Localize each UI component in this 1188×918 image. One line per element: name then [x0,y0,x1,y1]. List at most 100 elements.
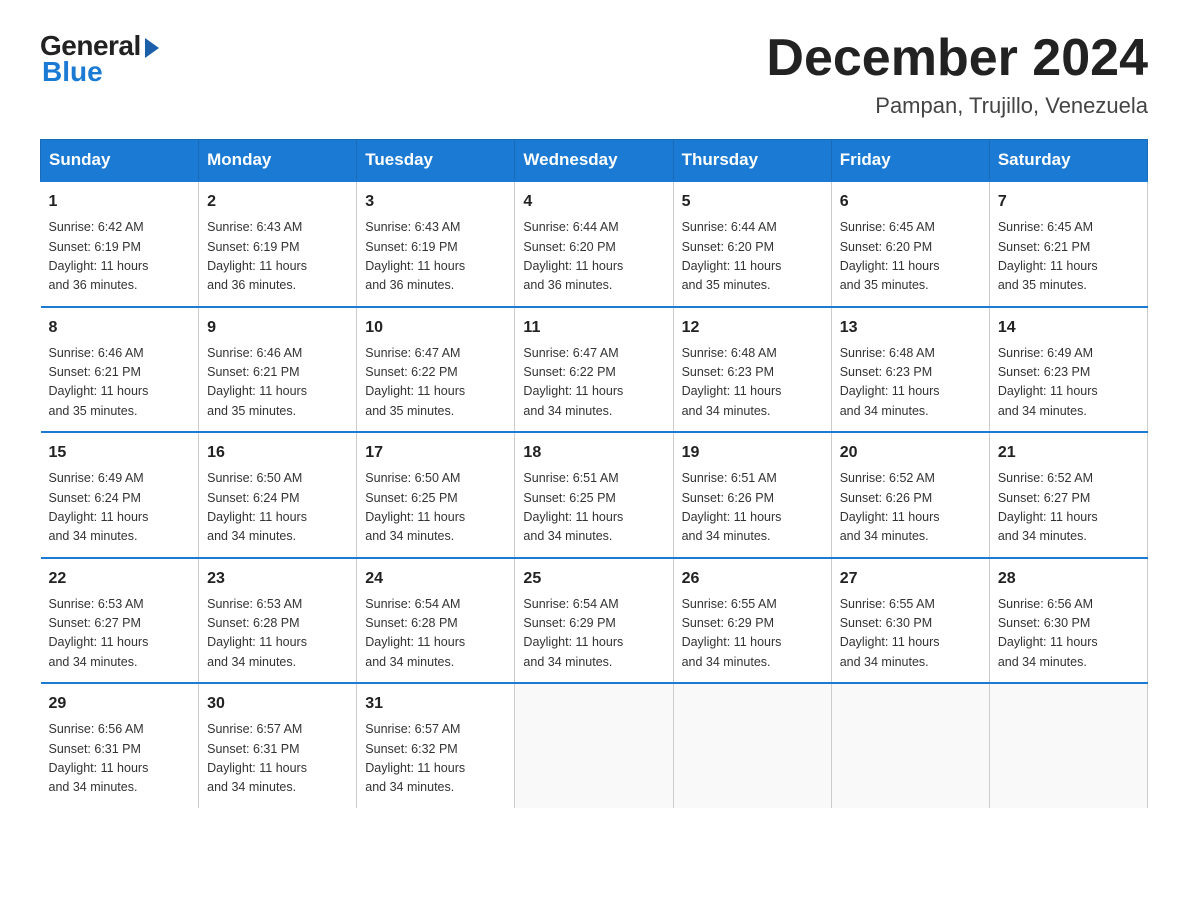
calendar-week-row: 15Sunrise: 6:49 AMSunset: 6:24 PMDayligh… [41,432,1148,558]
day-info: Sunrise: 6:50 AMSunset: 6:25 PMDaylight:… [365,469,506,547]
calendar-day-cell [515,683,673,808]
day-info: Sunrise: 6:48 AMSunset: 6:23 PMDaylight:… [840,344,981,422]
calendar-day-cell: 4Sunrise: 6:44 AMSunset: 6:20 PMDaylight… [515,181,673,307]
day-number: 25 [523,567,664,591]
day-info: Sunrise: 6:52 AMSunset: 6:26 PMDaylight:… [840,469,981,547]
day-info: Sunrise: 6:44 AMSunset: 6:20 PMDaylight:… [523,218,664,296]
day-number: 18 [523,441,664,465]
month-title: December 2024 [766,30,1148,87]
day-number: 6 [840,190,981,214]
day-number: 1 [49,190,191,214]
calendar-day-cell: 24Sunrise: 6:54 AMSunset: 6:28 PMDayligh… [357,558,515,684]
calendar-day-cell: 6 Sunrise: 6:45 AMSunset: 6:20 PMDaylight… [831,181,989,307]
calendar-day-cell: 10 Sunrise: 6:47 AMSunset: 6:22 PMDayligh… [357,307,515,433]
day-number: 27 [840,567,981,591]
logo: General Blue [40,30,159,88]
day-number: 7 [998,190,1139,214]
day-info: Sunrise: 6:45 AMSunset: 6:21 PMDaylight:… [998,218,1139,296]
day-number: 21 [998,441,1139,465]
day-info: Sunrise: 6:50 AMSunset: 6:24 PMDaylight:… [207,469,348,547]
calendar-week-row: 1 Sunrise: 6:42 AMSunset: 6:19 PMDaylight… [41,181,1148,307]
calendar-day-cell: 9 Sunrise: 6:46 AMSunset: 6:21 PMDaylight… [199,307,357,433]
location-title: Pampan, Trujillo, Venezuela [766,93,1148,119]
day-info: Sunrise: 6:48 AMSunset: 6:23 PMDaylight:… [682,344,823,422]
calendar-day-cell: 30 Sunrise: 6:57 AMSunset: 6:31 PMDayligh… [199,683,357,808]
day-info: Sunrise: 6:43 AMSunset: 6:19 PMDaylight:… [365,218,506,296]
page-header: General Blue December 2024 Pampan, Truji… [40,30,1148,119]
calendar-day-header: Friday [831,140,989,182]
calendar-day-cell: 18 Sunrise: 6:51 AMSunset: 6:25 PMDayligh… [515,432,673,558]
calendar-day-header: Monday [199,140,357,182]
calendar-day-cell: 23Sunrise: 6:53 AMSunset: 6:28 PMDayligh… [199,558,357,684]
day-number: 17 [365,441,506,465]
calendar-day-cell: 13Sunrise: 6:48 AMSunset: 6:23 PMDayligh… [831,307,989,433]
calendar-header-row: SundayMondayTuesdayWednesdayThursdayFrid… [41,140,1148,182]
day-info: Sunrise: 6:53 AMSunset: 6:27 PMDaylight:… [49,595,191,673]
calendar-day-cell: 21 Sunrise: 6:52 AMSunset: 6:27 PMDayligh… [989,432,1147,558]
calendar-day-header: Saturday [989,140,1147,182]
day-info: Sunrise: 6:46 AMSunset: 6:21 PMDaylight:… [207,344,348,422]
calendar-day-cell [673,683,831,808]
day-number: 2 [207,190,348,214]
calendar-day-cell: 22 Sunrise: 6:53 AMSunset: 6:27 PMDayligh… [41,558,199,684]
day-number: 12 [682,316,823,340]
day-number: 31 [365,692,506,716]
day-info: Sunrise: 6:49 AMSunset: 6:23 PMDaylight:… [998,344,1139,422]
calendar-day-cell: 17 Sunrise: 6:50 AMSunset: 6:25 PMDayligh… [357,432,515,558]
calendar-day-cell: 2 Sunrise: 6:43 AMSunset: 6:19 PMDaylight… [199,181,357,307]
calendar-day-cell: 26 Sunrise: 6:55 AMSunset: 6:29 PMDayligh… [673,558,831,684]
day-info: Sunrise: 6:54 AMSunset: 6:28 PMDaylight:… [365,595,506,673]
day-number: 3 [365,190,506,214]
day-info: Sunrise: 6:56 AMSunset: 6:30 PMDaylight:… [998,595,1139,673]
day-info: Sunrise: 6:47 AMSunset: 6:22 PMDaylight:… [523,344,664,422]
day-number: 15 [49,441,191,465]
day-info: Sunrise: 6:44 AMSunset: 6:20 PMDaylight:… [682,218,823,296]
day-number: 10 [365,316,506,340]
day-info: Sunrise: 6:45 AMSunset: 6:20 PMDaylight:… [840,218,981,296]
day-info: Sunrise: 6:51 AMSunset: 6:25 PMDaylight:… [523,469,664,547]
title-area: December 2024 Pampan, Trujillo, Venezuel… [766,30,1148,119]
day-number: 16 [207,441,348,465]
logo-blue-text: Blue [42,56,103,88]
day-info: Sunrise: 6:55 AMSunset: 6:30 PMDaylight:… [840,595,981,673]
calendar-day-cell: 11 Sunrise: 6:47 AMSunset: 6:22 PMDayligh… [515,307,673,433]
day-number: 30 [207,692,348,716]
calendar-day-cell [989,683,1147,808]
calendar-day-cell: 5Sunrise: 6:44 AMSunset: 6:20 PMDaylight… [673,181,831,307]
day-info: Sunrise: 6:56 AMSunset: 6:31 PMDaylight:… [49,720,191,798]
day-number: 20 [840,441,981,465]
day-info: Sunrise: 6:54 AMSunset: 6:29 PMDaylight:… [523,595,664,673]
calendar-week-row: 8 Sunrise: 6:46 AMSunset: 6:21 PMDaylight… [41,307,1148,433]
day-info: Sunrise: 6:46 AMSunset: 6:21 PMDaylight:… [49,344,191,422]
logo-arrow-icon [145,38,159,58]
calendar-day-cell [831,683,989,808]
calendar-day-cell: 8 Sunrise: 6:46 AMSunset: 6:21 PMDaylight… [41,307,199,433]
day-number: 22 [49,567,191,591]
day-info: Sunrise: 6:52 AMSunset: 6:27 PMDaylight:… [998,469,1139,547]
day-info: Sunrise: 6:57 AMSunset: 6:32 PMDaylight:… [365,720,506,798]
calendar-day-cell: 3 Sunrise: 6:43 AMSunset: 6:19 PMDaylight… [357,181,515,307]
calendar-day-cell: 7 Sunrise: 6:45 AMSunset: 6:21 PMDaylight… [989,181,1147,307]
calendar-week-row: 22 Sunrise: 6:53 AMSunset: 6:27 PMDayligh… [41,558,1148,684]
day-number: 11 [523,316,664,340]
day-info: Sunrise: 6:42 AMSunset: 6:19 PMDaylight:… [49,218,191,296]
day-number: 28 [998,567,1139,591]
calendar-day-cell: 20 Sunrise: 6:52 AMSunset: 6:26 PMDayligh… [831,432,989,558]
calendar-day-header: Wednesday [515,140,673,182]
day-number: 26 [682,567,823,591]
calendar-day-cell: 29 Sunrise: 6:56 AMSunset: 6:31 PMDayligh… [41,683,199,808]
calendar-day-cell: 31 Sunrise: 6:57 AMSunset: 6:32 PMDayligh… [357,683,515,808]
day-info: Sunrise: 6:57 AMSunset: 6:31 PMDaylight:… [207,720,348,798]
day-info: Sunrise: 6:55 AMSunset: 6:29 PMDaylight:… [682,595,823,673]
calendar-day-cell: 1 Sunrise: 6:42 AMSunset: 6:19 PMDaylight… [41,181,199,307]
day-info: Sunrise: 6:47 AMSunset: 6:22 PMDaylight:… [365,344,506,422]
calendar-day-cell: 15Sunrise: 6:49 AMSunset: 6:24 PMDayligh… [41,432,199,558]
day-info: Sunrise: 6:43 AMSunset: 6:19 PMDaylight:… [207,218,348,296]
day-number: 9 [207,316,348,340]
day-number: 29 [49,692,191,716]
day-number: 14 [998,316,1139,340]
day-number: 8 [49,316,191,340]
calendar-day-cell: 14 Sunrise: 6:49 AMSunset: 6:23 PMDayligh… [989,307,1147,433]
calendar-table: SundayMondayTuesdayWednesdayThursdayFrid… [40,139,1148,808]
day-info: Sunrise: 6:53 AMSunset: 6:28 PMDaylight:… [207,595,348,673]
